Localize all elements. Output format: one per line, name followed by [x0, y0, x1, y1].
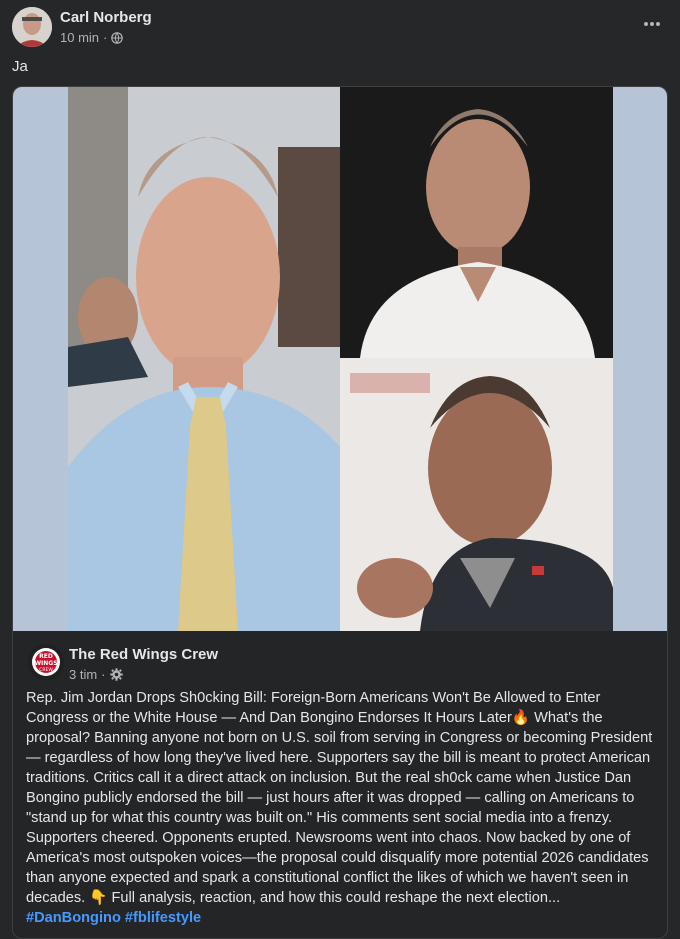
- meta-separator: ·: [103, 30, 108, 45]
- shared-post-time[interactable]: 3 tim: [69, 667, 97, 682]
- post-meta: 10 min ·: [60, 30, 124, 45]
- logo-text-bot: CREW: [39, 667, 53, 673]
- shared-post-body-text: Rep. Jim Jordan Drops Sh0cking Bill: For…: [26, 690, 653, 906]
- page-logo[interactable]: RED WINGS CREW: [28, 644, 64, 680]
- photo-collage: [68, 87, 613, 631]
- more-options-button[interactable]: [638, 10, 666, 38]
- gear-icon: [109, 668, 123, 681]
- collage-photo-bottom-right: [340, 358, 613, 631]
- more-horizontal-icon: [644, 22, 660, 26]
- shared-post-meta: 3 tim ·: [69, 667, 123, 682]
- logo-text-mid: WINGS: [34, 660, 57, 667]
- meta-separator: ·: [101, 667, 106, 682]
- hashtag-link[interactable]: #fblifestyle: [125, 910, 201, 926]
- hashtag-link[interactable]: #DanBongino: [26, 910, 121, 926]
- author-name[interactable]: Carl Norberg: [60, 9, 152, 26]
- shared-post-image[interactable]: [13, 87, 667, 631]
- globe-icon: [111, 31, 124, 44]
- shared-post-content: RED WINGS CREW The Red Wings Crew 3 tim …: [13, 631, 667, 938]
- post-text: Ja: [12, 58, 28, 75]
- author-avatar[interactable]: [12, 7, 52, 47]
- logo-text-top: RED: [39, 653, 53, 660]
- collage-photo-top-right: [340, 87, 613, 358]
- page-name[interactable]: The Red Wings Crew: [69, 646, 218, 663]
- collage-photo-left: [68, 87, 340, 631]
- shared-post-body: Rep. Jim Jordan Drops Sh0cking Bill: For…: [26, 688, 658, 928]
- shared-post-card[interactable]: RED WINGS CREW The Red Wings Crew 3 tim …: [12, 86, 668, 939]
- facebook-post: Carl Norberg 10 min · Ja RED WINGS CREW …: [0, 0, 680, 939]
- post-time[interactable]: 10 min: [60, 30, 99, 45]
